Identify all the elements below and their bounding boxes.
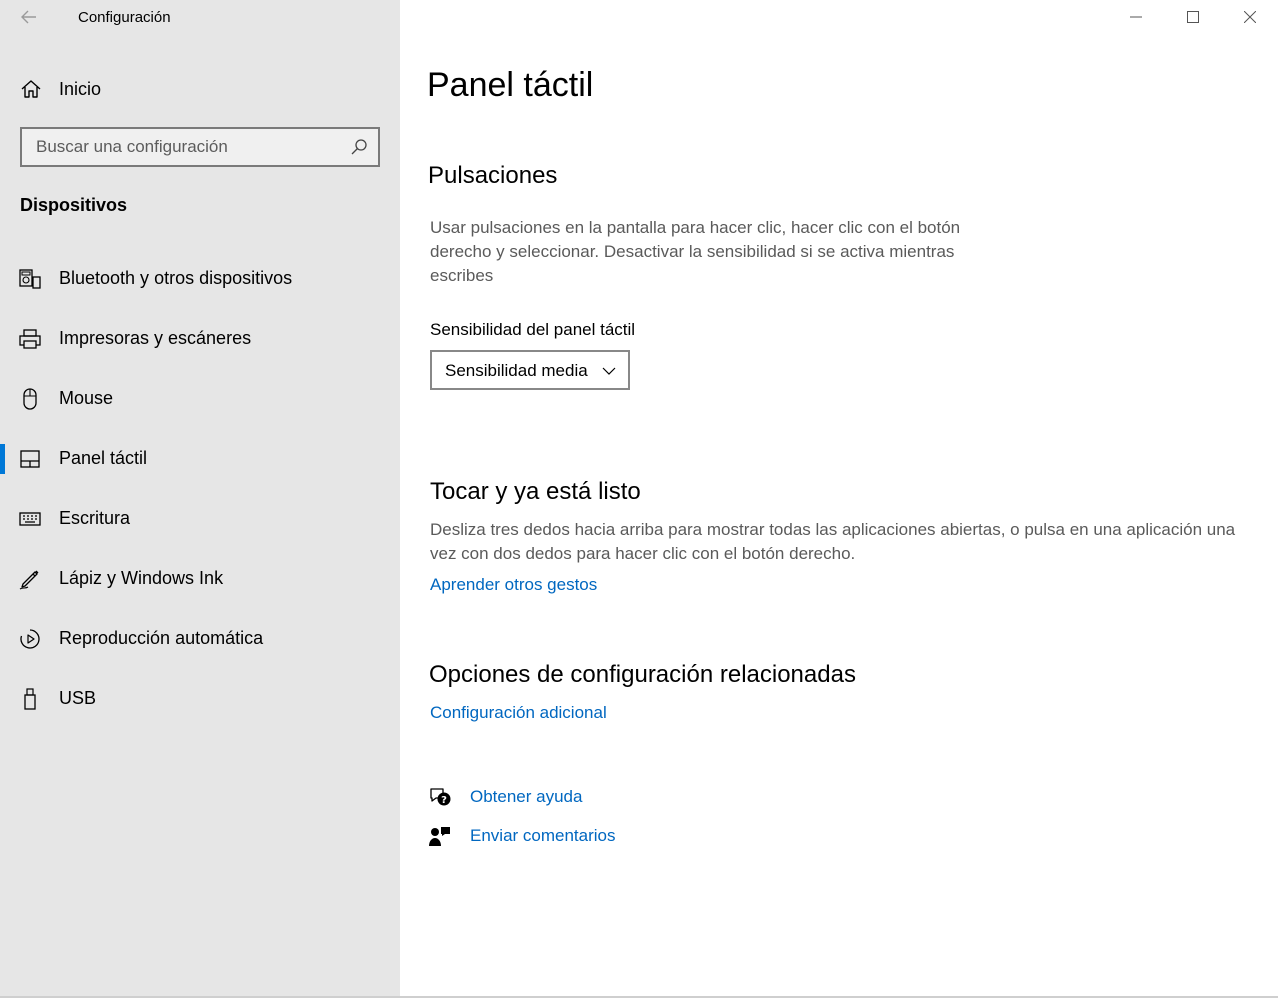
sidebar-item-label: Reproducción automática xyxy=(59,628,264,648)
maximize-button[interactable] xyxy=(1164,0,1221,34)
page-title: Panel táctil xyxy=(427,66,594,104)
feedback-icon xyxy=(429,827,450,846)
taps-description-line: escribes xyxy=(430,266,494,285)
learn-gestures-link[interactable]: Aprender otros gestos xyxy=(430,575,597,595)
sidebar-item-label: Mouse xyxy=(59,388,114,408)
sidebar-item-label: USB xyxy=(59,688,97,708)
sidebar-item-label: Panel táctil xyxy=(59,448,148,468)
main-content: Panel táctil Pulsaciones Usar pulsacione… xyxy=(400,0,1278,998)
search-input[interactable] xyxy=(22,129,342,165)
section-heading: Dispositivos xyxy=(20,195,128,215)
taps-heading: Pulsaciones xyxy=(428,162,558,189)
sidebar-item-label: Lápiz y Windows Ink xyxy=(59,568,224,588)
taps-description-line: Usar pulsaciones en la pantalla para hac… xyxy=(430,218,961,237)
usb-icon xyxy=(24,688,36,710)
touch-heading: Tocar y ya está listo xyxy=(430,478,641,505)
mouse-icon xyxy=(23,388,37,410)
sensitivity-label: Sensibilidad del panel táctil xyxy=(430,320,636,339)
minimize-icon xyxy=(1129,16,1142,18)
taps-description: Usar pulsaciones en la pantalla para hac… xyxy=(430,216,960,288)
sensitivity-value: Sensibilidad media xyxy=(445,361,588,380)
search-icon xyxy=(351,139,367,155)
close-button[interactable] xyxy=(1221,0,1278,34)
app-title: Configuración xyxy=(78,9,171,26)
close-icon xyxy=(1243,11,1256,23)
get-help-label: Obtener ayuda xyxy=(470,787,583,806)
pen-icon xyxy=(19,570,39,590)
sidebar: Configuración Inicio Dispositivos Blueto… xyxy=(0,0,400,998)
sidebar-item-label: Impresoras y escáneres xyxy=(59,328,252,348)
help-chat-icon: ? xyxy=(430,788,451,806)
sidebar-item-usb[interactable]: USB xyxy=(0,669,400,729)
chevron-down-icon xyxy=(602,367,616,375)
sidebar-item-label: Escritura xyxy=(59,508,131,528)
sidebar-item-pen[interactable]: Lápiz y Windows Ink xyxy=(0,549,400,609)
touch-description-line: vez con dos dedos para hacer clic con el… xyxy=(430,544,856,563)
titlebar: Configuración xyxy=(0,0,400,34)
back-button[interactable] xyxy=(14,4,44,30)
send-feedback-link[interactable]: Enviar comentarios xyxy=(428,822,728,850)
related-heading: Opciones de configuración relacionadas xyxy=(429,661,856,688)
window-controls xyxy=(1107,0,1278,34)
sidebar-item-typing[interactable]: Escritura xyxy=(0,489,400,549)
sidebar-item-home[interactable]: Inicio xyxy=(0,68,400,110)
touch-description: Desliza tres dedos hacia arriba para mos… xyxy=(430,518,1235,566)
taps-description-line: derecho y seleccionar. Desactivar la sen… xyxy=(430,242,955,261)
autoplay-icon xyxy=(20,629,40,649)
sidebar-item-label: Inicio xyxy=(59,79,102,99)
selection-indicator xyxy=(0,444,5,474)
sidebar-item-printers[interactable]: Impresoras y escáneres xyxy=(0,309,400,369)
minimize-button[interactable] xyxy=(1107,0,1164,34)
additional-settings-link[interactable]: Configuración adicional xyxy=(430,703,607,723)
sidebar-item-bluetooth[interactable]: Bluetooth y otros dispositivos xyxy=(0,249,400,309)
back-arrow-icon xyxy=(21,10,36,24)
touch-description-line: Desliza tres dedos hacia arriba para mos… xyxy=(430,520,1236,539)
get-help-link[interactable]: ? Obtener ayuda xyxy=(428,783,728,811)
printer-icon xyxy=(19,329,41,349)
send-feedback-label: Enviar comentarios xyxy=(470,826,616,845)
search-button[interactable] xyxy=(350,138,370,158)
keyboard-icon xyxy=(19,512,41,526)
sensitivity-dropdown[interactable]: Sensibilidad media xyxy=(430,350,630,390)
home-icon xyxy=(21,80,41,98)
sidebar-item-label: Bluetooth y otros dispositivos xyxy=(59,268,293,288)
touchpad-icon xyxy=(20,450,40,468)
sidebar-item-autoplay[interactable]: Reproducción automática xyxy=(0,609,400,669)
sidebar-nav: Bluetooth y otros dispositivos Impresora… xyxy=(0,249,400,729)
sidebar-item-touchpad[interactable]: Panel táctil xyxy=(0,429,400,489)
maximize-icon xyxy=(1186,11,1199,23)
sidebar-item-mouse[interactable]: Mouse xyxy=(0,369,400,429)
bluetooth-devices-icon xyxy=(19,269,41,289)
search-box xyxy=(20,127,380,167)
svg-text:?: ? xyxy=(441,795,447,806)
